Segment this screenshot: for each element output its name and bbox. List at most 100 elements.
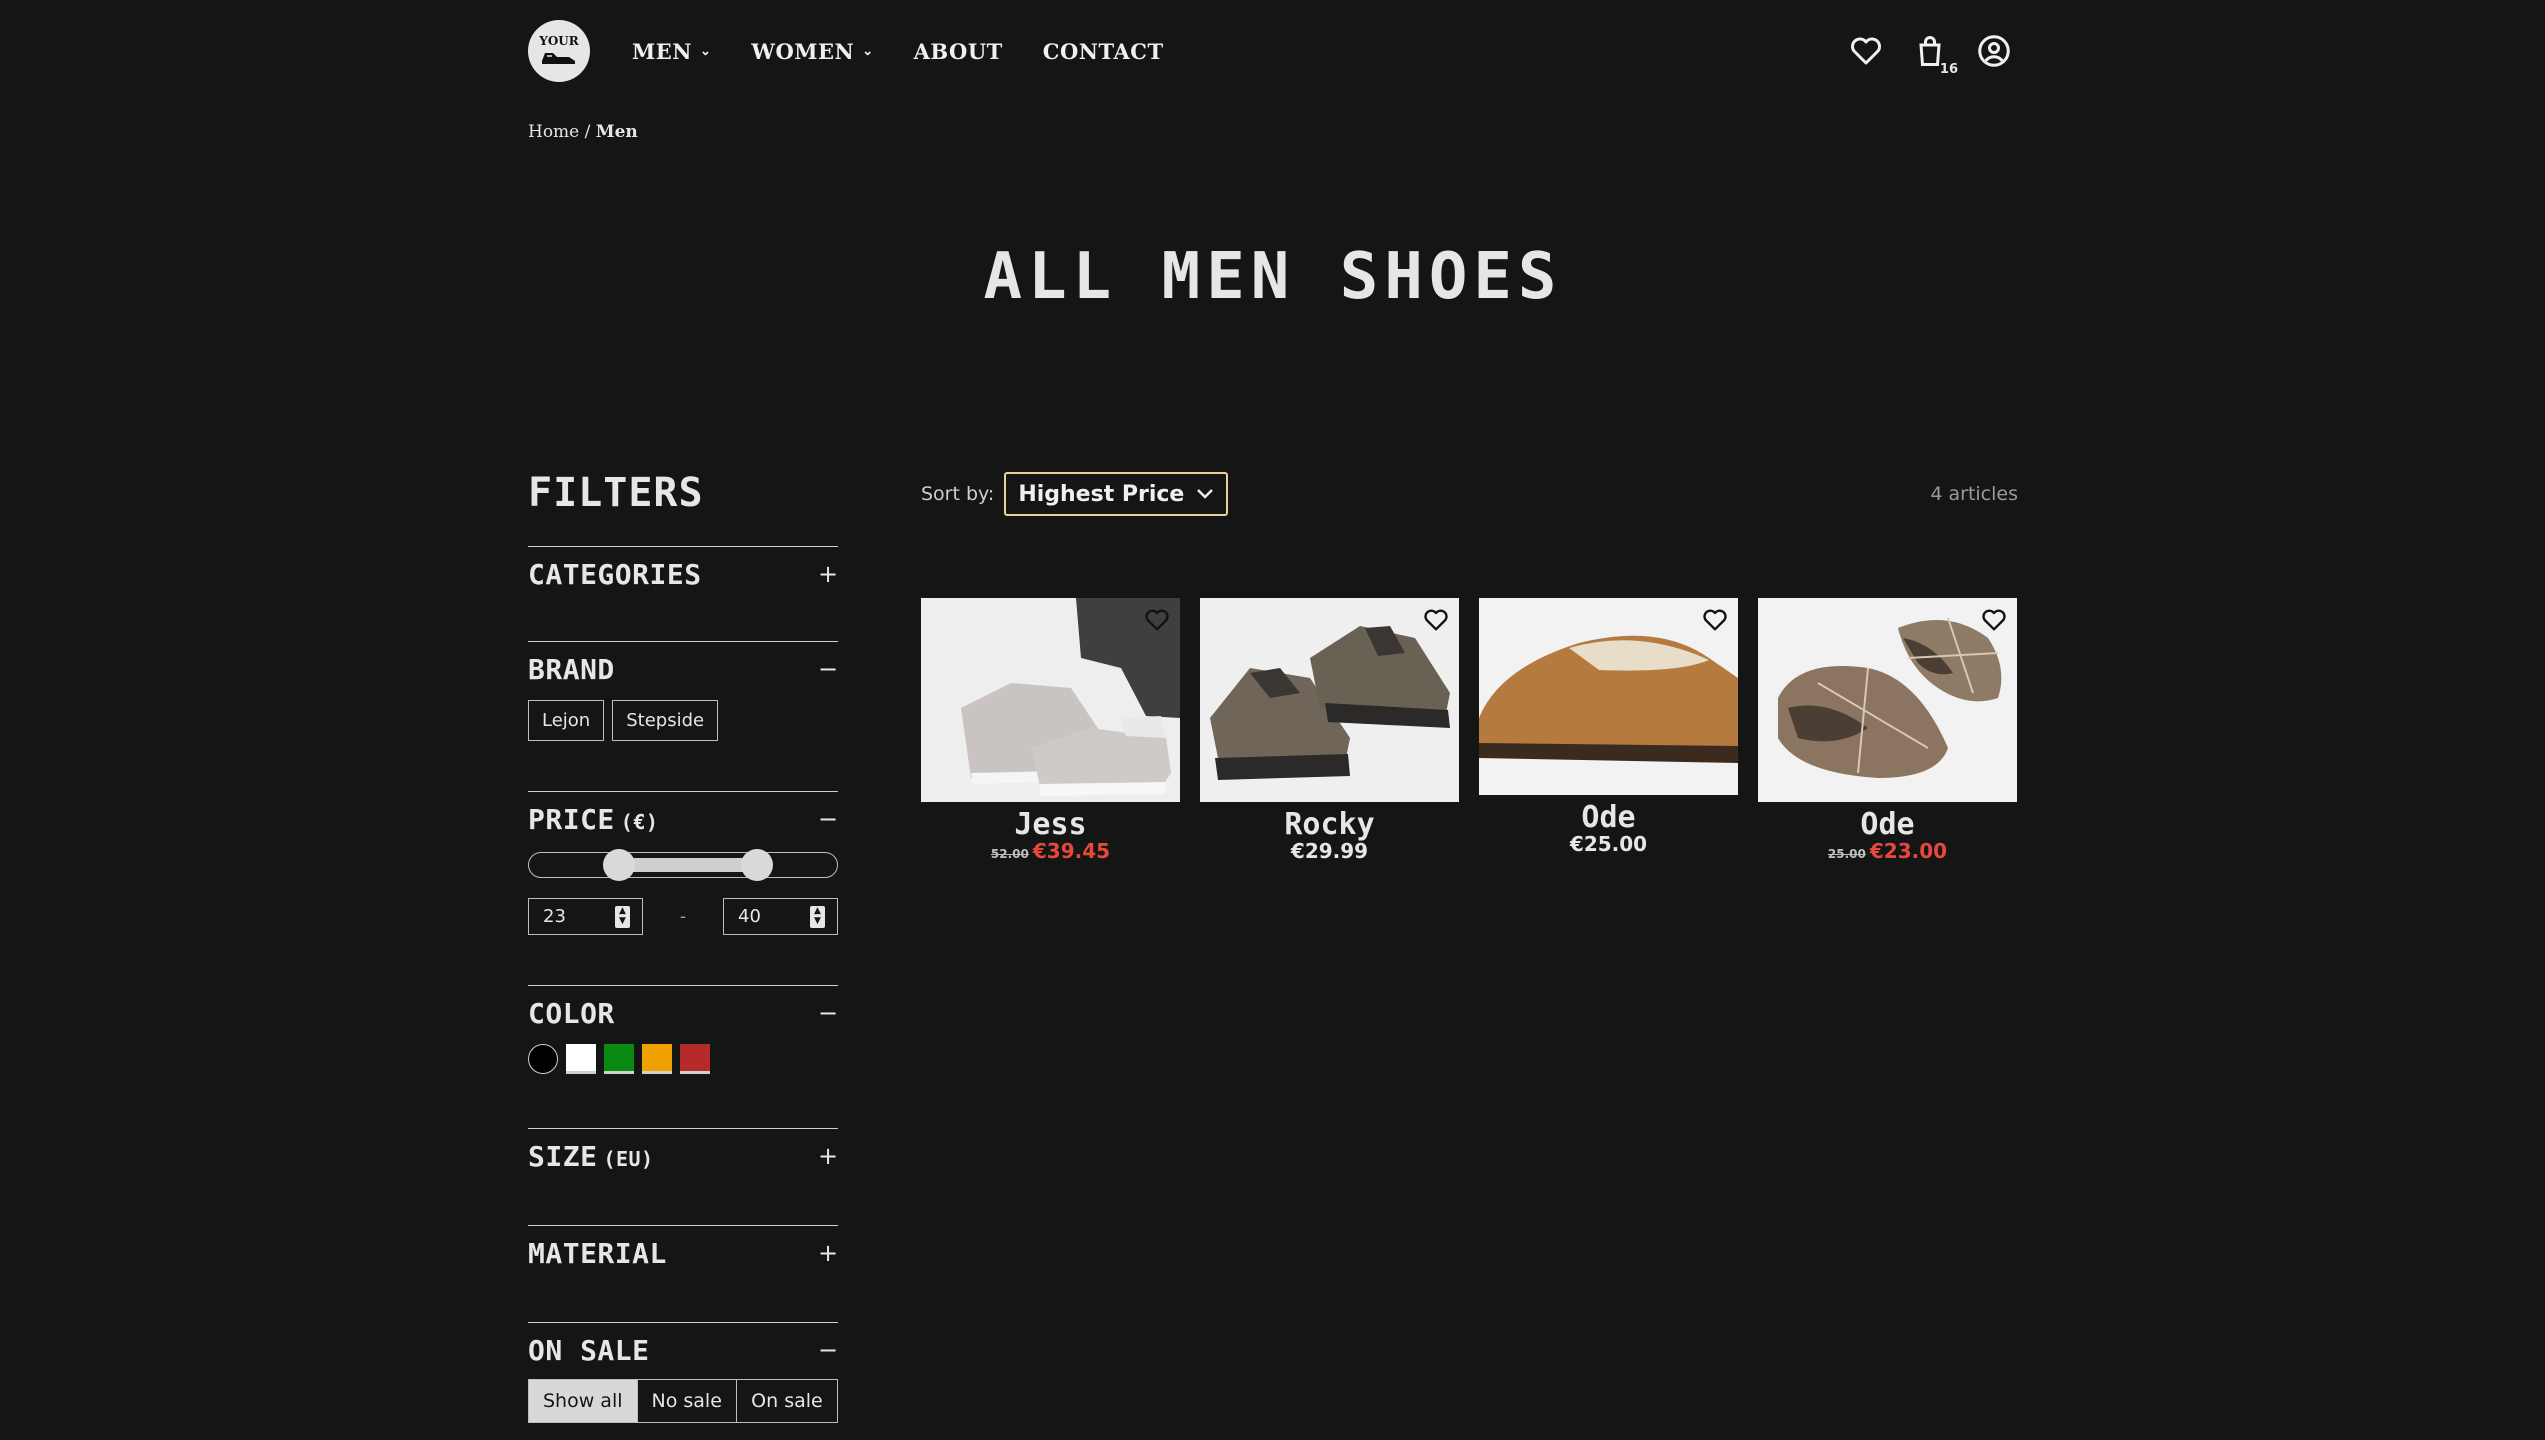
product-price: 52.00 €39.45 [921,840,1180,865]
heart-icon[interactable] [1980,606,2008,634]
color-swatch-orange[interactable] [642,1044,672,1074]
price-min-handle[interactable] [603,849,635,881]
nav-men-label: MEN [632,38,692,64]
product-price: €25.00 [1479,833,1738,855]
minus-icon: − [818,999,839,1027]
filter-brand-header[interactable]: BRAND − [528,642,838,696]
nav-women-label: WOMEN [751,38,855,64]
size-unit: (EU) [603,1146,654,1171]
product-card[interactable]: Ode €25.00 [1479,598,1738,865]
heart-icon[interactable] [1701,606,1729,634]
minus-icon: − [818,1336,839,1364]
price-inputs: 23 ▲ ▼ - 40 ▲ ▼ [528,898,838,935]
breadcrumb-home[interactable]: Home [528,122,579,142]
sort-label: Sort by: [921,483,995,505]
price-min-value: 23 [543,906,566,927]
plus-icon: + [818,1239,839,1267]
chevron-down-icon: ⌄ [862,43,874,59]
nav-men[interactable]: MEN ⌄ [632,39,711,64]
breadcrumb: Home / Men [528,122,638,142]
filter-color-header[interactable]: COLOR − [528,986,838,1040]
products-toolbar: Sort by: Highest Price 4 articles [921,472,2018,516]
product-image[interactable] [921,598,1180,802]
heart-icon[interactable] [1143,606,1171,634]
product-regular-price: €25.00 [1569,832,1648,856]
brand-chip-lejon[interactable]: Lejon [528,700,605,741]
breadcrumb-separator: / [584,122,591,142]
on-sale-option-on-sale[interactable]: On sale [737,1380,837,1422]
price-range-slider[interactable] [528,849,838,881]
color-swatch-red[interactable] [680,1044,710,1074]
filter-categories-label: CATEGORIES [528,557,702,591]
product-name: Jess [1014,807,1087,842]
brand-options: Lejon Stepside [528,700,838,741]
on-sale-option-no-sale[interactable]: No sale [638,1380,737,1422]
product-grid: Jess 52.00 €39.45 Rocky €29.99 Ode €25.0… [921,598,2017,865]
stepper-icon[interactable]: ▲ ▼ [615,905,630,928]
price-separator: - [679,906,687,927]
wishlist-button[interactable] [1848,33,1884,69]
cart-button[interactable]: 16 [1912,33,1958,77]
nav-contact[interactable]: CONTACT [1043,39,1164,64]
minus-icon: − [818,655,839,683]
filter-categories-header[interactable]: CATEGORIES + [528,547,838,601]
filter-size: SIZE (EU) + [528,1128,838,1183]
nav-about-label: ABOUT [913,38,1003,64]
product-image[interactable] [1200,598,1459,802]
filter-on-sale: ON SALE − Show all No sale On sale [528,1322,838,1423]
filter-price: PRICE (€) − 23 ▲ ▼ - 40 ▲ ▼ [528,791,838,935]
filter-color-label: COLOR [528,996,615,1030]
slipper-product-image [1479,598,1738,795]
minus-icon: − [818,805,839,833]
price-min-input[interactable]: 23 ▲ ▼ [528,898,643,935]
filter-color: COLOR − [528,985,838,1074]
filter-price-label: PRICE (€) [528,803,658,836]
color-swatch-green[interactable] [604,1044,634,1074]
logo[interactable]: YOUR [528,20,590,82]
heart-icon[interactable] [1422,606,1450,634]
filter-on-sale-header[interactable]: ON SALE − [528,1323,838,1377]
stepper-icon[interactable]: ▲ ▼ [810,905,825,928]
filter-material-header[interactable]: MATERIAL + [528,1226,838,1280]
main-nav: MEN ⌄ WOMEN ⌄ ABOUT CONTACT [632,39,1204,64]
on-sale-segmented-control: Show all No sale On sale [528,1379,838,1423]
product-image[interactable] [1479,598,1738,795]
article-count: 4 articles [1930,483,2018,505]
hiking-shoe-product-image [1200,598,1459,802]
product-old-price: 25.00 [1827,847,1866,861]
chevron-down-icon [1197,489,1214,499]
filter-brand-label: BRAND [528,652,615,686]
on-sale-option-show-all[interactable]: Show all [529,1380,638,1422]
price-range-fill [617,858,757,872]
product-name: Ode [1860,807,1915,842]
product-card[interactable]: Ode 25.00 €23.00 [1758,598,2017,865]
nav-about[interactable]: ABOUT [914,39,1003,64]
price-max-handle[interactable] [741,849,773,881]
price-max-value: 40 [738,906,761,927]
nav-women[interactable]: WOMEN ⌄ [751,39,873,64]
product-name: Rocky [1284,807,1375,842]
chevron-down-icon: ⌄ [699,43,712,59]
product-old-price: 52.00 [990,847,1029,861]
filter-size-header[interactable]: SIZE (EU) + [528,1129,838,1183]
product-price: 25.00 €23.00 [1758,840,2017,865]
heart-icon [1851,37,1881,65]
product-image[interactable] [1758,598,2017,802]
logo-text: YOUR [539,34,579,48]
color-swatch-white[interactable] [566,1044,596,1074]
filter-categories: CATEGORIES + [528,546,838,601]
price-max-input[interactable]: 40 ▲ ▼ [723,898,838,935]
plus-icon: + [818,560,839,588]
cart-count-badge: 16 [1939,62,1958,77]
filter-material: MATERIAL + [528,1225,838,1280]
product-card[interactable]: Rocky €29.99 [1200,598,1459,865]
user-account-icon [1978,35,2010,67]
sort-select[interactable]: Highest Price [1004,472,1229,516]
product-card[interactable]: Jess 52.00 €39.45 [921,598,1180,865]
filters-title: FILTERS [528,470,704,516]
account-button[interactable] [1976,33,2012,69]
brand-chip-stepside[interactable]: Stepside [612,700,719,741]
color-swatch-black[interactable] [528,1044,558,1074]
header-icons: 16 [1848,33,2018,77]
filter-price-header[interactable]: PRICE (€) − [528,792,838,846]
